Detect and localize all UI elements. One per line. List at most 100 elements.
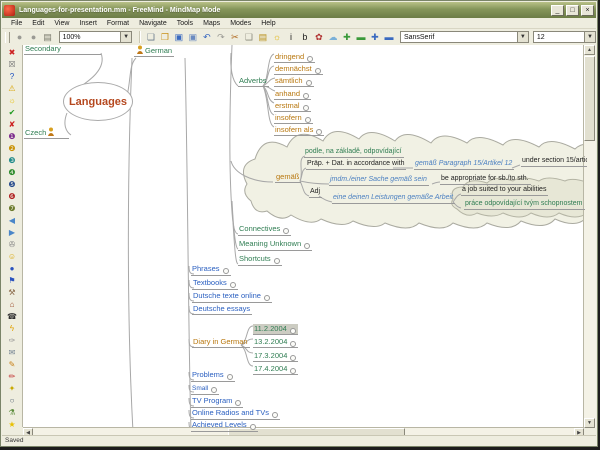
bold-button[interactable]: b (298, 31, 312, 44)
tool-icon[interactable]: ⚒ (6, 287, 18, 299)
node-eine-arbeit[interactable]: eine deinen Leistungen gemäße Arbeit (332, 194, 455, 204)
menu-item[interactable]: Format (102, 20, 134, 27)
print-button[interactable]: ▤ (41, 31, 55, 44)
bookmark-icon[interactable]: ⚑ (6, 275, 18, 287)
cloud-button[interactable]: ☁ (326, 31, 340, 44)
node-deutsche-essays[interactable]: Deutsche essays (192, 305, 252, 315)
prev-map-button[interactable]: ● (13, 31, 27, 44)
scroll-up-icon[interactable]: ▲ (584, 45, 595, 55)
remove-icon[interactable]: ✖ (6, 47, 18, 59)
idea-icon[interactable]: ☼ (6, 95, 18, 107)
expand-all-button[interactable]: ✚ (368, 31, 382, 44)
forward-icon[interactable]: ▶ (6, 227, 18, 239)
node-diary-date[interactable]: 11.2.2004 (253, 318, 298, 331)
help-icon[interactable]: ? (6, 71, 18, 83)
node-problems[interactable]: Problems (191, 371, 235, 382)
node-secondary[interactable]: Secondary (24, 45, 101, 55)
flower-button[interactable]: ✿ (312, 31, 326, 44)
collapse-all-button[interactable]: ▬ (382, 31, 396, 44)
flash-icon[interactable]: ϟ (6, 323, 18, 335)
node-tv-program[interactable]: TV Program (191, 397, 243, 408)
next-map-button[interactable]: ● (27, 31, 41, 44)
back-icon[interactable]: ◀ (6, 215, 18, 227)
minimize-button[interactable]: _ (551, 5, 564, 16)
font-size-select[interactable]: 12 ▼ (533, 31, 596, 43)
copy-button[interactable]: ❑ (242, 31, 256, 44)
node-prace[interactable]: práce odpovídající tvým schopnostem (464, 200, 585, 210)
node-adverbs[interactable]: Adverbs (238, 77, 269, 87)
node-diary-date[interactable]: 17.3.2004 (253, 345, 298, 358)
menu-item[interactable]: Help (256, 20, 280, 27)
priority-6-icon[interactable]: ❻ (6, 191, 18, 203)
menu-item[interactable]: Modes (225, 20, 256, 27)
cut-button[interactable]: ✂ (228, 31, 242, 44)
key-icon[interactable]: ✦ (6, 383, 18, 395)
yes-icon[interactable]: ✔ (6, 107, 18, 119)
node-jmdm[interactable]: jmdm./einer Sache gemäß sein (329, 176, 429, 186)
attach-icon[interactable]: ✇ (6, 239, 18, 251)
pen-icon[interactable]: ✏ (6, 371, 18, 383)
menu-item[interactable]: Navigate (134, 20, 172, 27)
priority-7-icon[interactable]: ❼ (6, 203, 18, 215)
collapse-button[interactable]: ▬ (354, 31, 368, 44)
node-adverb-item[interactable]: erstmal (274, 95, 324, 107)
chevron-down-icon[interactable]: ▼ (120, 32, 131, 42)
ball-icon[interactable]: ● (6, 263, 18, 275)
node-adverb-item[interactable]: demnächst (274, 58, 324, 70)
bottle-icon[interactable]: ⚗ (6, 407, 18, 419)
close-button[interactable]: × (581, 5, 594, 16)
menu-item[interactable]: Edit (27, 20, 49, 27)
node-achieved-levels[interactable]: Achieved Levels (191, 421, 258, 432)
chevron-down-icon[interactable]: ▼ (584, 32, 595, 42)
node-textbooks[interactable]: Textbooks (192, 279, 238, 290)
zoom-select[interactable]: 100% ▼ (59, 31, 132, 43)
not-icon[interactable]: ✘ (6, 119, 18, 131)
node-dutsche-texte[interactable]: Dutsche texte online (192, 292, 272, 303)
node-czech[interactable]: Czech (24, 127, 69, 139)
node-gemass[interactable]: gemäß (275, 173, 301, 183)
menu-item[interactable]: Tools (172, 20, 198, 27)
node-adverb-item[interactable]: dringend (274, 46, 324, 58)
idea-button[interactable]: ☼ (270, 31, 284, 44)
priority-2-icon[interactable]: ❷ (6, 143, 18, 155)
warning-icon[interactable]: ⚠ (6, 83, 18, 95)
redo-button[interactable]: ↷ (214, 31, 228, 44)
save-button[interactable]: ▣ (172, 31, 186, 44)
root-node[interactable]: Languages (63, 82, 133, 121)
paste-button[interactable]: ▤ (256, 31, 270, 44)
node-connectives[interactable]: Connectives (238, 225, 291, 236)
chevron-down-icon[interactable]: ▼ (517, 32, 528, 42)
node-german[interactable]: German (134, 45, 174, 57)
node-diary-date[interactable]: 17.4.2004 (253, 358, 298, 371)
toolbar-grip[interactable] (5, 32, 10, 43)
node-adj[interactable]: Adj (309, 188, 322, 198)
node-gemaess-paragraph[interactable]: gemäß Paragraph 15/Artikel 12 (414, 160, 514, 170)
node-phrases[interactable]: Phrases (191, 265, 231, 276)
home-icon[interactable]: ⌂ (6, 299, 18, 311)
undo-button[interactable]: ↶ (200, 31, 214, 44)
maximize-button[interactable]: □ (566, 5, 579, 16)
node-adverb-item[interactable]: insofern als (274, 119, 324, 131)
priority-1-icon[interactable]: ❶ (6, 131, 18, 143)
trash-icon[interactable]: ☒ (6, 59, 18, 71)
menu-item[interactable]: Maps (198, 20, 225, 27)
scroll-down-icon[interactable]: ▼ (584, 418, 595, 428)
map-canvas[interactable]: Languages Secondary Czech German Adverbs… (23, 45, 587, 432)
node-meaning-unknown[interactable]: Meaning Unknown (238, 240, 312, 251)
menu-item[interactable]: File (6, 20, 27, 27)
clip-icon[interactable]: ✑ (6, 335, 18, 347)
phone-icon[interactable]: ☎ (6, 311, 18, 323)
node-be-appropriate[interactable]: be appropriate for sb./to sth. (440, 175, 531, 185)
node-small[interactable]: Small (191, 385, 219, 395)
priority-4-icon[interactable]: ❹ (6, 167, 18, 179)
pencil-icon[interactable]: ✎ (6, 359, 18, 371)
expand-button[interactable]: ✚ (340, 31, 354, 44)
priority-5-icon[interactable]: ❺ (6, 179, 18, 191)
node-podle[interactable]: podle, na základě, odpovídající (304, 148, 404, 158)
menu-item[interactable]: Insert (74, 20, 102, 27)
node-online-radios[interactable]: Online Radios and TVs (191, 409, 280, 420)
mail-icon[interactable]: ✉ (6, 347, 18, 359)
node-diary[interactable]: Diary in German (192, 338, 250, 348)
open-button[interactable]: ❐ (158, 31, 172, 44)
italic-button[interactable]: i (284, 31, 298, 44)
